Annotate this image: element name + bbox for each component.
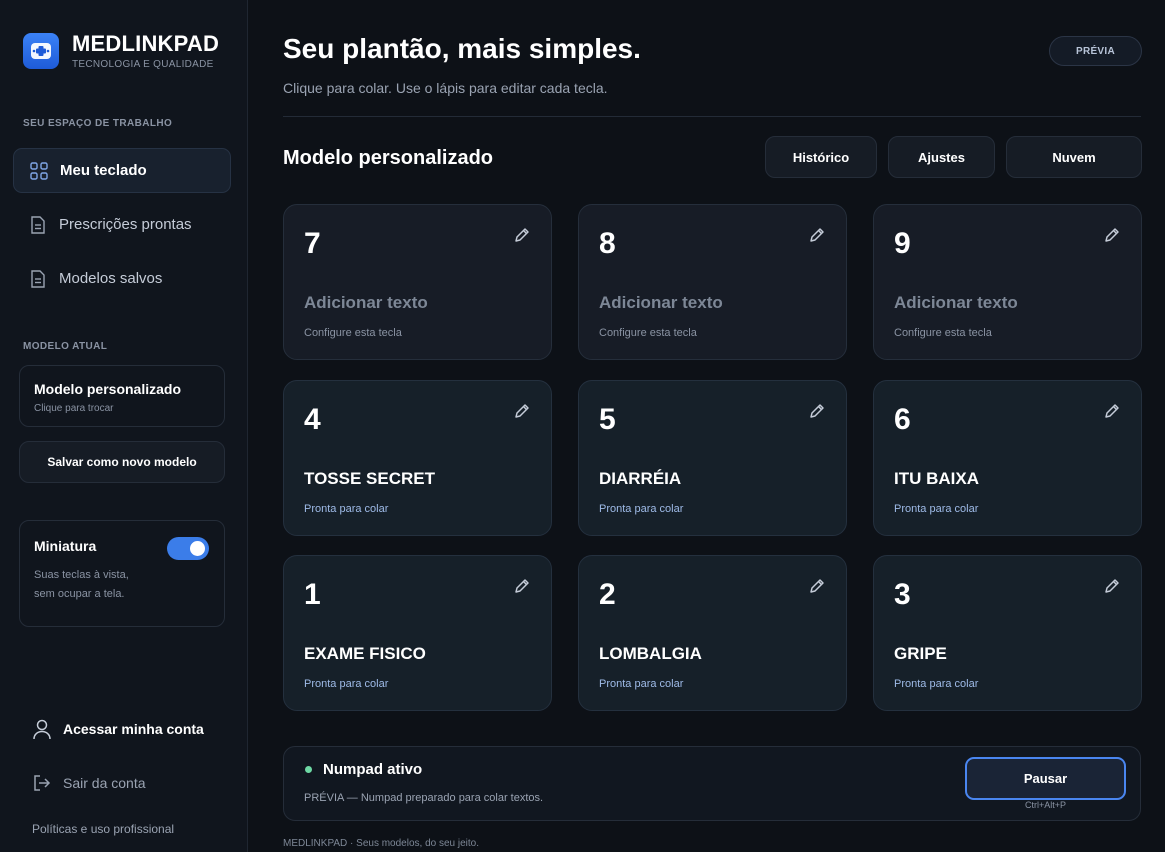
sidebar-item-label: Modelos salvos: [59, 270, 163, 287]
key-hint: Configure esta tecla: [894, 327, 992, 339]
pencil-edit-icon[interactable]: [808, 577, 826, 595]
footer: MEDLINKPAD · Seus modelos, do seu jeito.: [283, 838, 480, 849]
numpad-key-2[interactable]: 2 LOMBALGIA Pronta para colar: [578, 555, 847, 711]
sidebar: MEDLINKPAD TECNOLOGIA E QUALIDADE SEU ES…: [0, 0, 248, 852]
key-number: 2: [599, 578, 616, 611]
cloud-button[interactable]: Nuvem: [1006, 136, 1142, 178]
key-label: GRIPE: [894, 644, 947, 663]
key-number: 1: [304, 578, 321, 611]
numpad-key-1[interactable]: 1 EXAME FISICO Pronta para colar: [283, 555, 552, 711]
policies-link[interactable]: Políticas e uso profissional: [32, 822, 174, 836]
numpad-key-8[interactable]: 8 Adicionar texto Configure esta tecla: [578, 204, 847, 360]
key-number: 5: [599, 403, 616, 436]
pencil-edit-icon[interactable]: [1103, 226, 1121, 244]
toggle-knob: [190, 541, 205, 556]
brand-name: MEDLINKPAD: [72, 31, 220, 56]
key-label: TOSSE SECRET: [304, 469, 435, 488]
key-label: DIARRÉIA: [599, 469, 682, 488]
key-label: LOMBALGIA: [599, 644, 702, 663]
miniature-card: Miniatura Suas teclas à vista, sem ocupa…: [19, 520, 225, 627]
current-model-title: Modelo personalizado: [34, 381, 182, 397]
key-label: Adicionar texto: [304, 293, 428, 312]
sidebar-item-modelos-salvos[interactable]: Modelos salvos: [13, 256, 231, 301]
grid-icon: [29, 161, 49, 181]
document-icon: [28, 269, 48, 289]
sidebar-item-label: Meu teclado: [60, 162, 147, 179]
numpad-key-9[interactable]: 9 Adicionar texto Configure esta tecla: [873, 204, 1142, 360]
key-number: 3: [894, 578, 911, 611]
key-hint: Pronta para colar: [599, 503, 684, 515]
pencil-edit-icon[interactable]: [513, 402, 531, 420]
status-bar: Numpad ativo PRÉVIA — Numpad preparado p…: [283, 746, 1141, 821]
pencil-edit-icon[interactable]: [1103, 577, 1121, 595]
pencil-edit-icon[interactable]: [513, 226, 531, 244]
account-label: Acessar minha conta: [63, 721, 204, 737]
pencil-edit-icon[interactable]: [513, 577, 531, 595]
medical-cross-logo-icon: [23, 33, 59, 69]
document-icon: [28, 215, 48, 235]
key-hint: Configure esta tecla: [599, 327, 697, 339]
section-title: Modelo personalizado: [283, 147, 494, 169]
settings-button[interactable]: Ajustes: [888, 136, 995, 178]
pencil-edit-icon[interactable]: [1103, 402, 1121, 420]
numpad-key-3[interactable]: 3 GRIPE Pronta para colar: [873, 555, 1142, 711]
pause-button[interactable]: Pausar: [965, 757, 1126, 800]
sidebar-item-label: Prescrições prontas: [59, 216, 192, 233]
header-divider: [283, 116, 1141, 117]
page-subtitle: Clique para colar. Use o lápis para edit…: [283, 80, 608, 96]
key-number: 7: [304, 227, 321, 260]
key-hint: Pronta para colar: [894, 678, 979, 690]
current-model-section-label: MODELO ATUAL: [23, 341, 108, 352]
status-title: Numpad ativo: [323, 761, 423, 778]
pencil-edit-icon[interactable]: [808, 226, 826, 244]
numpad-key-4[interactable]: 4 TOSSE SECRET Pronta para colar: [283, 380, 552, 536]
key-label: EXAME FISICO: [304, 644, 426, 663]
key-number: 9: [894, 227, 911, 260]
current-model-card[interactable]: Modelo personalizado Clique para trocar: [19, 365, 225, 427]
account-link[interactable]: Acessar minha conta: [31, 718, 204, 740]
user-icon: [31, 718, 53, 740]
brand[interactable]: MEDLINKPAD TECNOLOGIA E QUALIDADE: [23, 32, 219, 70]
pause-shortcut: Ctrl+Alt+P: [1024, 800, 1066, 810]
save-as-new-model-button[interactable]: Salvar como novo modelo: [19, 441, 225, 483]
logout-icon: [31, 772, 53, 794]
logout-label: Sair da conta: [63, 775, 146, 791]
key-label: ITU BAIXA: [894, 469, 979, 488]
status-indicator: [305, 766, 312, 773]
key-label: Adicionar texto: [894, 293, 1018, 312]
key-hint: Pronta para colar: [304, 678, 389, 690]
sidebar-item-prescricoes-prontas[interactable]: Prescrições prontas: [13, 202, 231, 247]
status-subtitle: PRÉVIA — Numpad preparado para colar tex…: [304, 792, 544, 804]
numpad-key-6[interactable]: 6 ITU BAIXA Pronta para colar: [873, 380, 1142, 536]
miniature-toggle[interactable]: [167, 537, 209, 560]
numpad-key-5[interactable]: 5 DIARRÉIA Pronta para colar: [578, 380, 847, 536]
brand-tagline: TECNOLOGIA E QUALIDADE: [72, 59, 214, 70]
preview-badge[interactable]: PRÉVIA: [1049, 36, 1142, 66]
key-hint: Pronta para colar: [304, 503, 389, 515]
workspace-section-label: SEU ESPAÇO DE TRABALHO: [23, 118, 173, 129]
key-number: 4: [304, 403, 321, 436]
key-number: 8: [599, 227, 616, 260]
page-title: Seu plantão, mais simples.: [283, 33, 641, 64]
pencil-edit-icon[interactable]: [808, 402, 826, 420]
numpad-key-7[interactable]: 7 Adicionar texto Configure esta tecla: [283, 204, 552, 360]
current-model-subtitle: Clique para trocar: [34, 403, 114, 414]
sidebar-item-meu-teclado[interactable]: Meu teclado: [13, 148, 231, 193]
key-number: 6: [894, 403, 911, 436]
miniature-description: Suas teclas à vista, sem ocupar a tela.: [34, 569, 129, 600]
history-button[interactable]: Histórico: [765, 136, 877, 178]
key-hint: Configure esta tecla: [304, 327, 402, 339]
key-label: Adicionar texto: [599, 293, 723, 312]
logout-link[interactable]: Sair da conta: [31, 772, 146, 794]
key-hint: Pronta para colar: [894, 503, 979, 515]
key-hint: Pronta para colar: [599, 678, 684, 690]
